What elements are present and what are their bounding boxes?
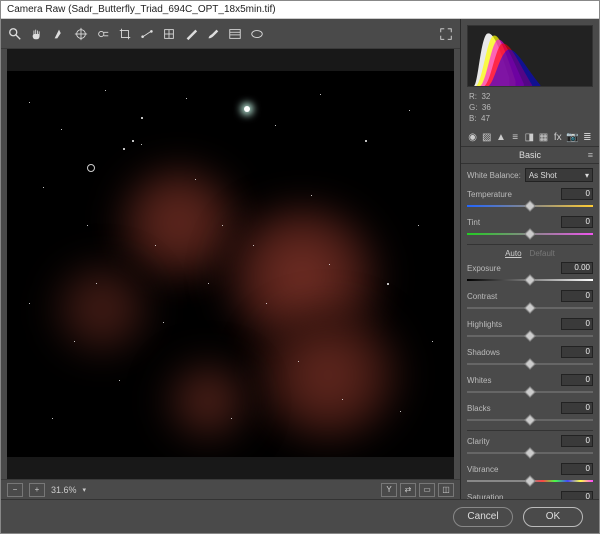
panel-tabs: ◉ ▨ ▲ ≡ ◨ ▦ fx 📷 ≣: [461, 128, 599, 147]
whites-slider[interactable]: [467, 388, 593, 396]
temperature-value[interactable]: 0: [561, 188, 593, 200]
content-area: − + 31.6% ▾ Y ⇄ ▭ ◫: [1, 19, 599, 499]
tab-detail-icon[interactable]: ▲: [495, 130, 506, 144]
straighten-tool-icon[interactable]: [139, 26, 155, 42]
zoom-level[interactable]: 31.6%: [51, 485, 77, 495]
vibrance-label: Vibrance: [467, 465, 498, 474]
blacks-label: Blacks: [467, 404, 491, 413]
whites-value[interactable]: 0: [561, 374, 593, 386]
histogram[interactable]: [467, 25, 593, 87]
rgb-b-value: 47: [481, 114, 490, 123]
contrast-label: Contrast: [467, 292, 497, 301]
preview-wrap: [1, 49, 460, 479]
swap-icon[interactable]: ⇄: [400, 483, 416, 497]
exposure-label: Exposure: [467, 264, 501, 273]
whites-label: Whites: [467, 376, 491, 385]
tab-presets-icon[interactable]: ≣: [582, 130, 593, 144]
status-bar: − + 31.6% ▾ Y ⇄ ▭ ◫: [1, 479, 460, 499]
default-button[interactable]: Default: [530, 249, 555, 258]
zoom-out-icon[interactable]: −: [7, 483, 23, 497]
crop-tool-icon[interactable]: [117, 26, 133, 42]
panel-title: Basic ≡: [461, 147, 599, 164]
image-preview[interactable]: [7, 71, 454, 457]
blacks-slider[interactable]: [467, 416, 593, 424]
clarity-slider[interactable]: [467, 449, 593, 457]
shadows-label: Shadows: [467, 348, 500, 357]
single-view-icon[interactable]: ▭: [419, 483, 435, 497]
tab-split-icon[interactable]: ◨: [524, 130, 535, 144]
preview-pad-top: [7, 49, 454, 71]
color-sampler-tool-icon[interactable]: [73, 26, 89, 42]
toolbar: [1, 19, 460, 49]
shadows-slider[interactable]: [467, 360, 593, 368]
graduated-filter-tool-icon[interactable]: [227, 26, 243, 42]
rgb-readout: R: 32 G: 36 B: 47: [461, 89, 599, 128]
tint-value[interactable]: 0: [561, 216, 593, 228]
cursor-ring-icon: [87, 164, 95, 172]
rgb-g-value: 36: [482, 103, 491, 112]
tab-curve-icon[interactable]: ▨: [481, 130, 492, 144]
radial-filter-tool-icon[interactable]: [249, 26, 265, 42]
basic-panel: White Balance: As Shot ▾ Temperature 0 Ti…: [461, 164, 599, 499]
temperature-slider[interactable]: [467, 202, 593, 210]
cancel-button[interactable]: Cancel: [453, 507, 513, 527]
exposure-value[interactable]: 0.00: [561, 262, 593, 274]
hand-tool-icon[interactable]: [29, 26, 45, 42]
main-panel: − + 31.6% ▾ Y ⇄ ▭ ◫: [1, 19, 461, 499]
clarity-label: Clarity: [467, 437, 490, 446]
highlights-slider[interactable]: [467, 332, 593, 340]
saturation-value[interactable]: 0: [561, 491, 593, 499]
tab-hsl-icon[interactable]: ≡: [510, 130, 521, 144]
clarity-value[interactable]: 0: [561, 435, 593, 447]
temperature-label: Temperature: [467, 190, 512, 199]
tab-basic-icon[interactable]: ◉: [467, 130, 478, 144]
tint-slider[interactable]: [467, 230, 593, 238]
shadows-value[interactable]: 0: [561, 346, 593, 358]
wb-label: White Balance:: [467, 171, 521, 180]
ok-button[interactable]: OK: [523, 507, 583, 527]
chevron-down-icon: ▾: [585, 171, 589, 180]
zoom-in-icon[interactable]: +: [29, 483, 45, 497]
spot-removal-tool-icon[interactable]: [183, 26, 199, 42]
vibrance-value[interactable]: 0: [561, 463, 593, 475]
tab-fx-icon[interactable]: fx: [552, 130, 563, 144]
contrast-value[interactable]: 0: [561, 290, 593, 302]
blacks-value[interactable]: 0: [561, 402, 593, 414]
auto-button[interactable]: Auto: [505, 249, 521, 258]
highlights-label: Highlights: [467, 320, 502, 329]
zoom-dropdown-icon[interactable]: ▾: [83, 486, 87, 494]
preview-pad-bottom: [7, 457, 454, 479]
contrast-slider[interactable]: [467, 304, 593, 312]
white-balance-select[interactable]: As Shot ▾: [525, 168, 593, 182]
highlights-value[interactable]: 0: [561, 318, 593, 330]
zoom-tool-icon[interactable]: [7, 26, 23, 42]
footer: Cancel OK: [1, 499, 599, 533]
rgb-r-value: 32: [481, 92, 490, 101]
white-balance-tool-icon[interactable]: [51, 26, 67, 42]
target-adjust-tool-icon[interactable]: [95, 26, 111, 42]
exposure-slider[interactable]: [467, 276, 593, 284]
tab-lens-icon[interactable]: ▦: [538, 130, 549, 144]
tab-camera-icon[interactable]: 📷: [566, 130, 578, 144]
panel-menu-icon[interactable]: ≡: [588, 150, 593, 160]
adjustment-brush-tool-icon[interactable]: [205, 26, 221, 42]
preview-container: [7, 49, 454, 479]
camera-raw-window: Camera Raw (Sadr_Butterfly_Triad_694C_OP…: [0, 0, 600, 534]
titlebar: Camera Raw (Sadr_Butterfly_Triad_694C_OP…: [1, 1, 599, 19]
fullscreen-icon[interactable]: [438, 26, 454, 42]
transform-tool-icon[interactable]: [161, 26, 177, 42]
split-view-icon[interactable]: ◫: [438, 483, 454, 497]
file-name: (Sadr_Butterfly_Triad_694C_OPT_18x5min.t…: [68, 4, 276, 15]
app-title: Camera Raw: [7, 4, 65, 15]
compare-y-icon[interactable]: Y: [381, 483, 397, 497]
vibrance-slider[interactable]: [467, 477, 593, 485]
tint-label: Tint: [467, 218, 480, 227]
sidebar: R: 32 G: 36 B: 47 ◉ ▨ ▲ ≡ ◨ ▦ fx 📷 ≣ Bas…: [461, 19, 599, 499]
